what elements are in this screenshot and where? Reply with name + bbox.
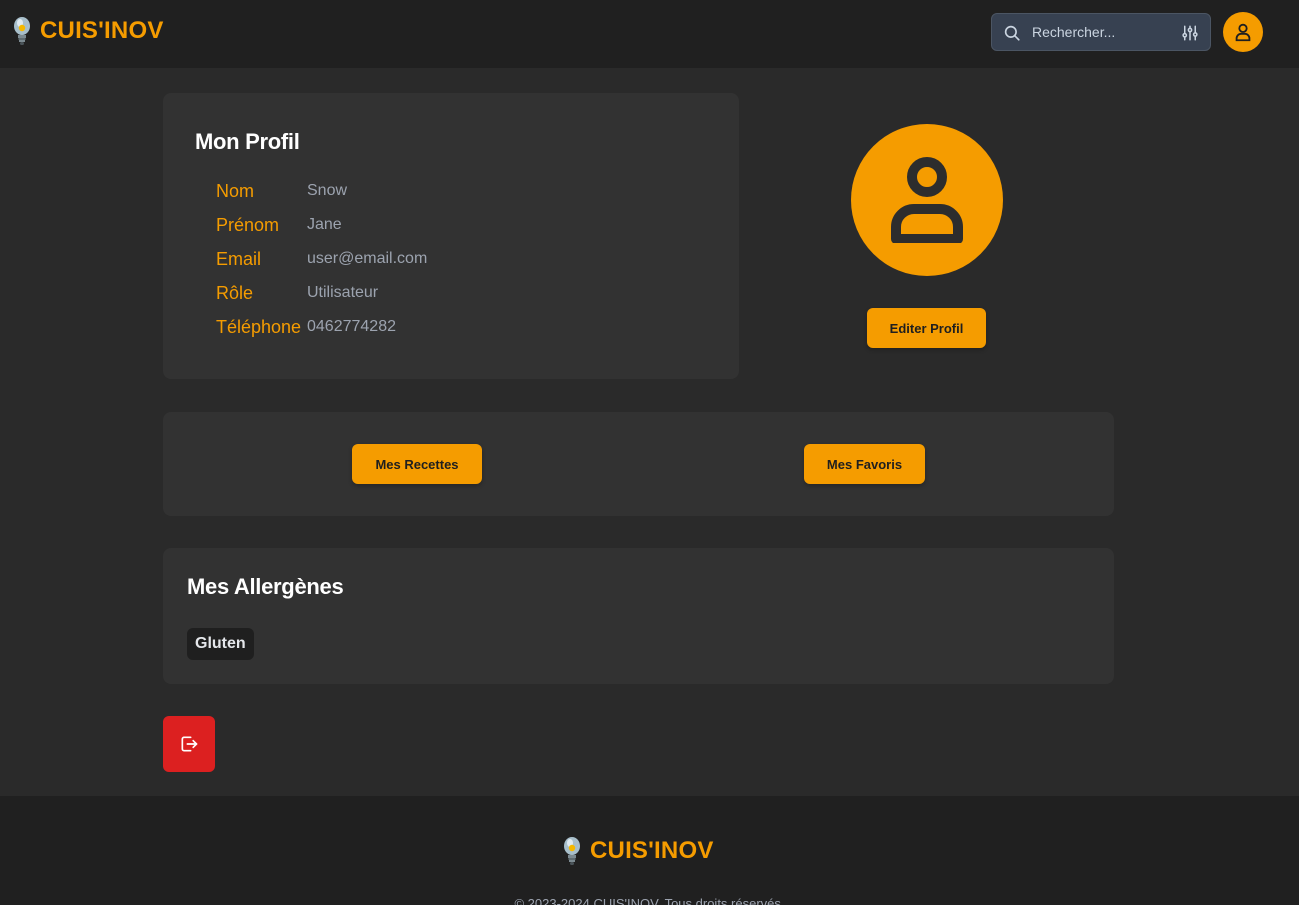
field-label: Email: [216, 249, 262, 269]
allergens-title: Mes Allergènes: [187, 574, 344, 599]
profile-row-role: Rôle Utilisateur: [216, 281, 427, 315]
profile-title: Mon Profil: [195, 129, 300, 154]
lightbulb-icon: [14, 17, 30, 45]
profile-row-prenom: Prénom Jane: [216, 213, 427, 247]
app-name: CUIS'INOV: [40, 17, 164, 44]
my-recipes-button[interactable]: Mes Recettes: [352, 444, 482, 484]
field-value: Utilisateur: [307, 284, 379, 301]
profile-row-email: Email user@email.com: [216, 247, 427, 281]
app-logo[interactable]: CUIS'INOV: [10, 14, 164, 48]
search-bar: [991, 13, 1211, 51]
profile-links-card: [163, 412, 1114, 516]
allergens-card: Mes Allergènes Gluten: [163, 548, 1114, 684]
footer-logo[interactable]: CUIS'INOV: [560, 834, 714, 868]
footer: CUIS'INOV © 2023-2024 CUIS'INOV. Tous dr…: [0, 796, 1299, 905]
user-icon: [1235, 23, 1251, 42]
search-icon: [1004, 25, 1020, 41]
logout-icon: [181, 736, 198, 752]
footer-copyright: © 2023-2024 CUIS'INOV. Tous droits réser…: [514, 896, 785, 905]
field-value: Jane: [307, 216, 342, 233]
logout-button[interactable]: [163, 716, 215, 772]
navbar: CUIS'INOV: [0, 0, 1299, 68]
profile-card: Mon Profil Nom Snow Prénom Jane Email us…: [163, 93, 739, 379]
edit-profile-button[interactable]: Editer Profil: [867, 308, 986, 348]
profile-row-telephone: Téléphone 0462774282: [216, 315, 427, 349]
field-label: Téléphone: [216, 317, 302, 337]
lightbulb-icon: [564, 837, 580, 865]
field-value: 0462774282: [307, 318, 396, 335]
sliders-icon[interactable]: [1181, 24, 1199, 42]
search-input[interactable]: [1032, 14, 1172, 50]
field-value: Snow: [307, 182, 348, 199]
user-icon: [891, 157, 963, 243]
profile-row-nom: Nom Snow: [216, 179, 427, 213]
account-button[interactable]: [1223, 12, 1263, 52]
field-value: user@email.com: [307, 250, 428, 267]
allergen-tag: Gluten: [187, 628, 254, 660]
field-label: Rôle: [216, 283, 254, 303]
field-label: Nom: [216, 181, 255, 201]
footer-app-name: CUIS'INOV: [590, 837, 714, 864]
my-favorites-button[interactable]: Mes Favoris: [804, 444, 925, 484]
profile-info: Nom Snow Prénom Jane Email user@email.co…: [216, 179, 427, 349]
profile-avatar: [851, 124, 1003, 276]
field-label: Prénom: [216, 215, 280, 235]
